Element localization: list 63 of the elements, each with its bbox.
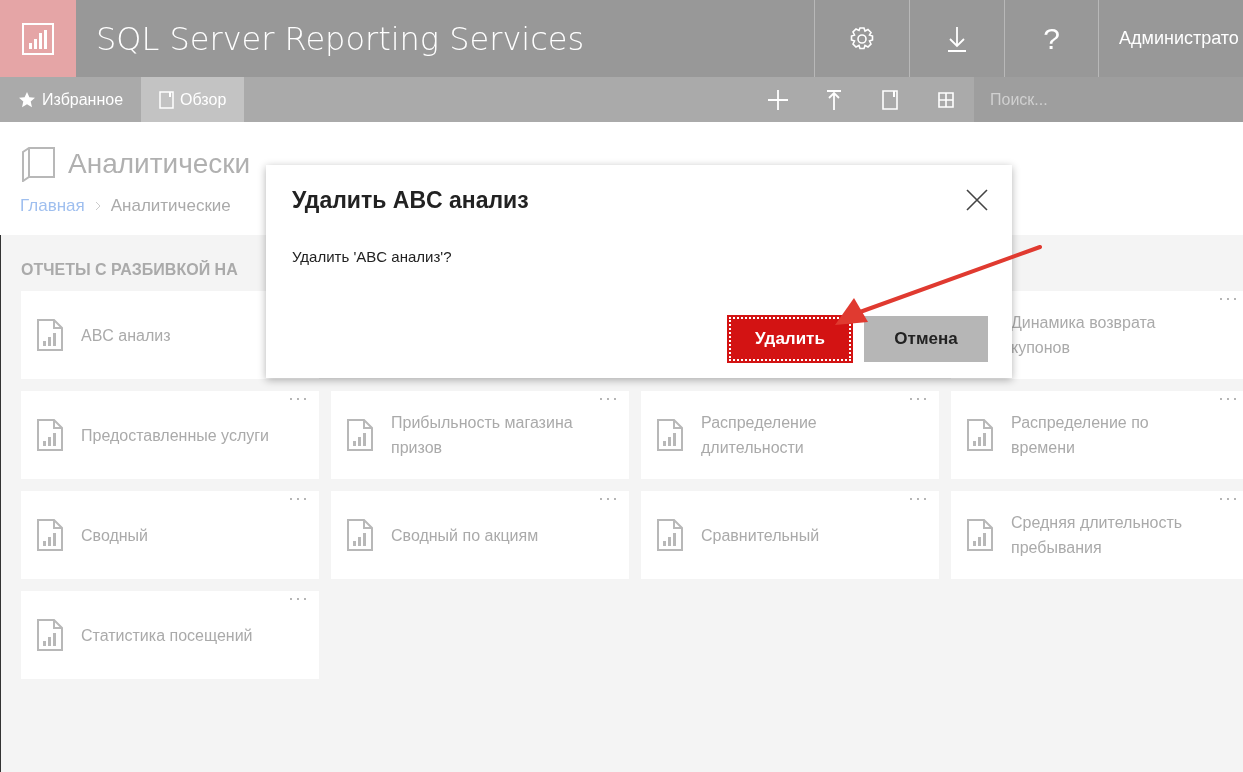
report-tile[interactable]: Прибыльность магазина призов ··· (331, 391, 629, 479)
tiles-view-icon[interactable] (938, 91, 954, 108)
more-menu[interactable]: ··· (1218, 288, 1239, 309)
report-name: ABC анализ (81, 325, 171, 346)
report-tile[interactable]: Средняя длительность пребывания ··· (951, 491, 1243, 579)
page-title: Аналитически (68, 148, 251, 180)
report-name: Предоставленные услуги (81, 425, 270, 446)
report-name: Распределение по времени (1011, 413, 1150, 458)
report-tile[interactable]: Распределение длительности ··· (641, 391, 939, 479)
more-menu[interactable]: ··· (598, 488, 619, 509)
report-tile[interactable]: Сводный ··· (21, 491, 319, 579)
upload-icon[interactable] (827, 89, 841, 110)
settings-icon[interactable] (849, 25, 875, 52)
report-tile[interactable]: Предоставленные услуги ··· (21, 391, 319, 479)
breadcrumb-item: Аналитические (110, 196, 231, 216)
folder-icon (20, 146, 56, 182)
more-menu[interactable]: ··· (598, 388, 619, 409)
plus-icon[interactable] (768, 89, 788, 110)
report-tile[interactable]: Статистика посещений ··· (21, 591, 319, 679)
report-icon (657, 519, 683, 551)
dialog-title: Удалить ABC анализ (292, 187, 529, 214)
folder-icon[interactable] (882, 89, 898, 110)
report-name: Сводный (81, 525, 149, 546)
report-name: Сводный по акциям (391, 525, 539, 546)
report-tile[interactable]: Распределение по времени ··· (951, 391, 1243, 479)
download-icon[interactable] (947, 25, 967, 52)
report-name: Распределение длительности (701, 413, 818, 458)
more-menu[interactable]: ··· (288, 588, 309, 609)
report-logo-icon[interactable] (22, 22, 54, 55)
star-icon (18, 90, 36, 109)
more-menu[interactable]: ··· (288, 388, 309, 409)
app-title: SQL Server Reporting Services (95, 18, 586, 60)
more-menu[interactable]: ··· (908, 488, 929, 509)
more-menu[interactable]: ··· (1218, 488, 1239, 509)
report-icon (347, 419, 373, 451)
report-icon (967, 419, 993, 451)
report-name: Статистика посещений (81, 625, 253, 646)
report-name: Сравнительный (701, 525, 820, 546)
report-icon (967, 519, 993, 551)
dialog-message: Удалить 'ABC анализ'? (292, 248, 453, 265)
report-name: Динамика возврата купонов (1011, 313, 1157, 358)
section-heading: ОТЧЕТЫ С РАЗБИВКОЙ НА (21, 261, 239, 279)
report-icon (37, 519, 63, 551)
report-tile[interactable]: Сводный по акциям ··· (331, 491, 629, 579)
cancel-button[interactable]: Отмена (864, 316, 988, 362)
report-name: Прибыльность магазина призов (391, 413, 574, 458)
more-menu[interactable]: ··· (288, 488, 309, 509)
report-icon (657, 419, 683, 451)
report-tile[interactable]: Сравнительный ··· (641, 491, 939, 579)
close-icon[interactable] (966, 189, 988, 211)
folder-icon (159, 90, 175, 109)
report-icon (347, 519, 373, 551)
nav-tab[interactable]: Обзор (141, 77, 245, 122)
delete-button[interactable]: Удалить (728, 316, 852, 362)
breadcrumb-link[interactable]: Главная (20, 196, 85, 216)
report-icon (37, 619, 63, 651)
more-menu[interactable]: ··· (908, 388, 929, 409)
more-menu[interactable]: ··· (1218, 388, 1239, 409)
report-icon (37, 419, 63, 451)
nav-tab[interactable]: Избранное (0, 77, 142, 122)
chevron-icon (94, 201, 101, 211)
report-name: Средняя длительность пребывания (1011, 513, 1184, 558)
report-icon (37, 319, 63, 351)
